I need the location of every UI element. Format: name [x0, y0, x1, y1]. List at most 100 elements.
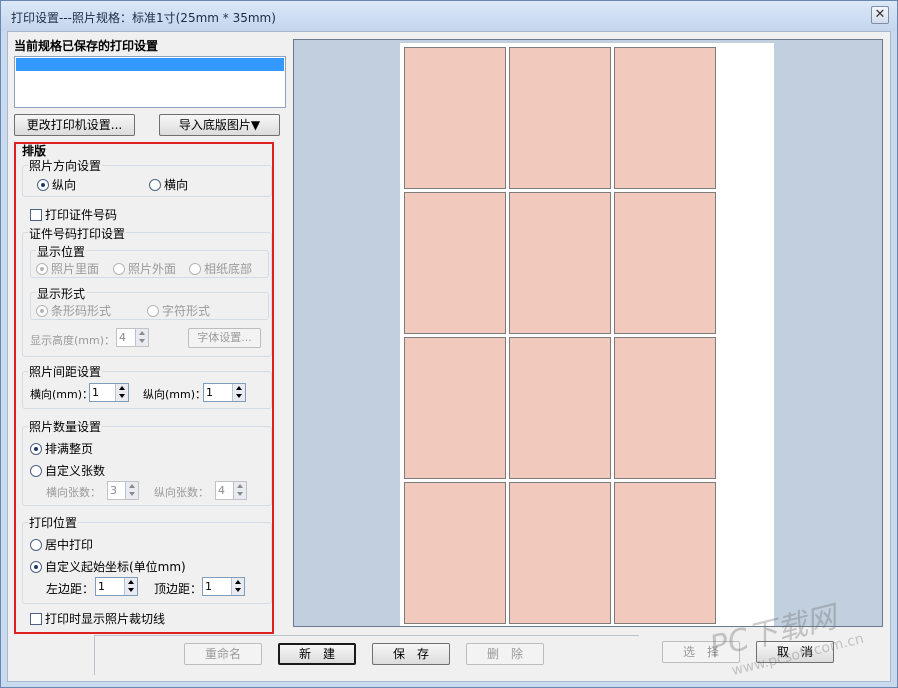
count-title: 照片数量设置 — [28, 418, 103, 435]
custom-count-indicator[interactable] — [30, 465, 42, 477]
print-id-label: 打印证件号码 — [45, 208, 118, 222]
title-bar[interactable]: 打印设置---照片规格：标准1寸(25mm * 35mm) ✕ — [1, 1, 897, 31]
preview-photo-slot — [614, 337, 716, 479]
preview-photo-slot — [404, 482, 506, 624]
count-v-spinner[interactable]: 4 — [215, 481, 247, 500]
font-settings-button[interactable]: 字体设置... — [188, 328, 261, 348]
portrait-label: 纵向 — [52, 178, 77, 192]
left-margin-label: 左边距： — [46, 582, 95, 596]
position-inside-radio[interactable]: 照片里面 — [36, 260, 99, 277]
save-button[interactable]: 保 存 — [372, 643, 450, 665]
portrait-radio-indicator[interactable] — [37, 179, 49, 191]
form-text-indicator[interactable] — [147, 305, 159, 317]
spacing-h-label: 横向(mm)： — [30, 388, 94, 401]
landscape-radio-indicator[interactable] — [149, 179, 161, 191]
position-outside-label: 照片外面 — [128, 262, 177, 276]
left-margin-value[interactable]: 1 — [98, 580, 105, 593]
print-preview — [293, 39, 883, 627]
count-h-arrows[interactable] — [125, 482, 138, 499]
form-text-radio[interactable]: 字符形式 — [147, 302, 210, 319]
top-margin-arrows[interactable] — [231, 578, 244, 595]
delete-button[interactable]: 删 除 — [466, 643, 544, 665]
custom-count-label: 自定义张数 — [45, 464, 106, 478]
preview-photo-slot — [404, 47, 506, 189]
display-height-value[interactable]: 4 — [119, 331, 126, 344]
window-title: 打印设置---照片规格：标准1寸(25mm * 35mm) — [11, 11, 276, 25]
preview-photo-slot — [509, 47, 611, 189]
position-inside-label: 照片里面 — [51, 262, 100, 276]
center-print-radio[interactable]: 居中打印 — [30, 536, 93, 553]
spacing-v-arrows[interactable] — [232, 384, 245, 401]
preview-photo-slot — [509, 482, 611, 624]
saved-settings-list[interactable] — [14, 56, 286, 108]
preview-photo-slot — [404, 337, 506, 479]
left-margin-spinner[interactable]: 1 — [95, 577, 138, 596]
position-inside-indicator[interactable] — [36, 263, 48, 275]
cut-lines-checkbox[interactable]: 打印时显示照片裁切线 — [30, 610, 165, 627]
new-button[interactable]: 新 建 — [278, 643, 356, 665]
print-settings-window: 打印设置---照片规格：标准1寸(25mm * 35mm) ✕ 当前规格已保存的… — [0, 0, 898, 688]
fill-page-label: 排满整页 — [45, 442, 94, 456]
custom-origin-indicator[interactable] — [30, 561, 42, 573]
spacing-v-value[interactable]: 1 — [206, 386, 213, 399]
bottom-separator-horizontal — [94, 635, 639, 636]
print-position-title: 打印位置 — [28, 514, 79, 531]
dialog-client: 当前规格已保存的打印设置 更改打印机设置... 导入底版图片▼ 排版 照片方向设… — [7, 31, 891, 682]
fill-page-radio[interactable]: 排满整页 — [30, 440, 93, 457]
preview-photo-slot — [509, 192, 611, 334]
position-outside-indicator[interactable] — [113, 263, 125, 275]
position-bottom-indicator[interactable] — [189, 263, 201, 275]
count-h-label: 横向张数： — [46, 486, 101, 499]
spacing-v-label: 纵向(mm)： — [143, 388, 207, 401]
preview-photo-slot — [614, 482, 716, 624]
top-margin-label: 顶边距： — [154, 582, 203, 596]
bottom-separator-vertical — [94, 635, 95, 675]
top-margin-value[interactable]: 1 — [205, 580, 212, 593]
display-height-label: 显示高度(mm)： — [30, 334, 116, 347]
id-print-title: 证件号码打印设置 — [28, 225, 127, 242]
spacing-h-spinner[interactable]: 1 — [89, 383, 129, 402]
print-id-checkbox[interactable]: 打印证件号码 — [30, 206, 117, 223]
count-v-arrows[interactable] — [233, 482, 246, 499]
import-base-image-button[interactable]: 导入底版图片▼ — [159, 114, 280, 136]
saved-settings-title: 当前规格已保存的打印设置 — [14, 39, 159, 53]
custom-origin-radio[interactable]: 自定义起始坐标(单位mm) — [30, 558, 186, 575]
center-print-indicator[interactable] — [30, 539, 42, 551]
close-icon[interactable]: ✕ — [871, 6, 889, 24]
change-printer-button[interactable]: 更改打印机设置... — [14, 114, 135, 136]
rename-button[interactable]: 重命名 — [184, 643, 262, 665]
cut-lines-checkbox-box[interactable] — [30, 613, 42, 625]
left-margin-arrows[interactable] — [124, 578, 137, 595]
center-print-label: 居中打印 — [45, 538, 94, 552]
form-barcode-radio[interactable]: 条形码形式 — [36, 302, 111, 319]
spacing-title: 照片间距设置 — [28, 363, 103, 380]
fill-page-indicator[interactable] — [30, 443, 42, 455]
position-bottom-label: 相纸底部 — [204, 262, 253, 276]
position-bottom-radio[interactable]: 相纸底部 — [189, 260, 252, 277]
preview-photo-slot — [614, 47, 716, 189]
count-v-label: 纵向张数： — [154, 486, 209, 499]
display-height-arrows[interactable] — [135, 329, 148, 346]
count-h-value[interactable]: 3 — [110, 484, 117, 497]
print-id-checkbox-box[interactable] — [30, 209, 42, 221]
landscape-radio[interactable]: 横向 — [149, 176, 188, 193]
preview-photo-slot — [404, 192, 506, 334]
portrait-radio[interactable]: 纵向 — [37, 176, 76, 193]
form-barcode-indicator[interactable] — [36, 305, 48, 317]
count-h-spinner[interactable]: 3 — [107, 481, 139, 500]
spacing-h-value[interactable]: 1 — [92, 386, 99, 399]
saved-settings-selected-row[interactable] — [16, 58, 284, 71]
preview-photo-slot — [509, 337, 611, 479]
custom-count-radio[interactable]: 自定义张数 — [30, 462, 105, 479]
spacing-h-arrows[interactable] — [115, 384, 128, 401]
spacing-v-spinner[interactable]: 1 — [203, 383, 246, 402]
orientation-title: 照片方向设置 — [28, 157, 103, 174]
top-margin-spinner[interactable]: 1 — [202, 577, 245, 596]
preview-photo-slot — [614, 192, 716, 334]
display-height-spinner[interactable]: 4 — [116, 328, 149, 347]
display-position-title: 显示位置 — [36, 243, 87, 260]
form-barcode-label: 条形码形式 — [51, 304, 112, 318]
display-form-title: 显示形式 — [36, 285, 87, 302]
count-v-value[interactable]: 4 — [218, 484, 225, 497]
position-outside-radio[interactable]: 照片外面 — [113, 260, 176, 277]
